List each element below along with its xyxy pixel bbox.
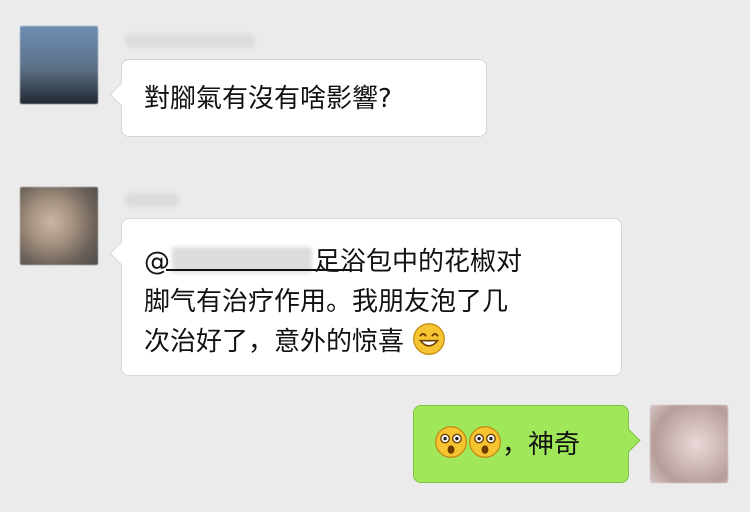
message-text: 對腳氣有沒有啥影響? [144, 84, 392, 114]
self-avatar[interactable] [650, 405, 728, 483]
outgoing-message-bubble[interactable]: ，神奇 [413, 405, 629, 483]
message-line: ，神奇 [434, 425, 628, 465]
message-line-2: 脚气有治疗作用。我朋友泡了几 [144, 287, 509, 317]
incoming-message-bubble[interactable]: @ 足浴包中的花椒对 脚气有治疗作用。我朋友泡了几 次治好了，意外的惊喜 [121, 218, 622, 376]
contact-avatar[interactable] [20, 26, 98, 104]
mention-underline [166, 269, 351, 271]
incoming-message-bubble[interactable]: 對腳氣有沒有啥影響? [121, 59, 487, 137]
message-text: ，神奇 [502, 430, 581, 460]
sender-nickname-blurred [125, 193, 180, 207]
astonished-face-icon [468, 425, 502, 459]
message-line-3: 次治好了，意外的惊喜 [144, 322, 621, 362]
message-text: 足浴包中的花椒对 [314, 247, 523, 277]
sender-nickname-blurred [125, 34, 255, 48]
astonished-face-icon [434, 425, 468, 459]
message-line-1: @ 足浴包中的花椒对 [144, 242, 621, 282]
grinning-face-icon [412, 322, 446, 356]
message-text: 次治好了，意外的惊喜 [144, 327, 405, 357]
mention-prefix: @ [144, 247, 170, 277]
contact-avatar[interactable] [20, 187, 98, 265]
